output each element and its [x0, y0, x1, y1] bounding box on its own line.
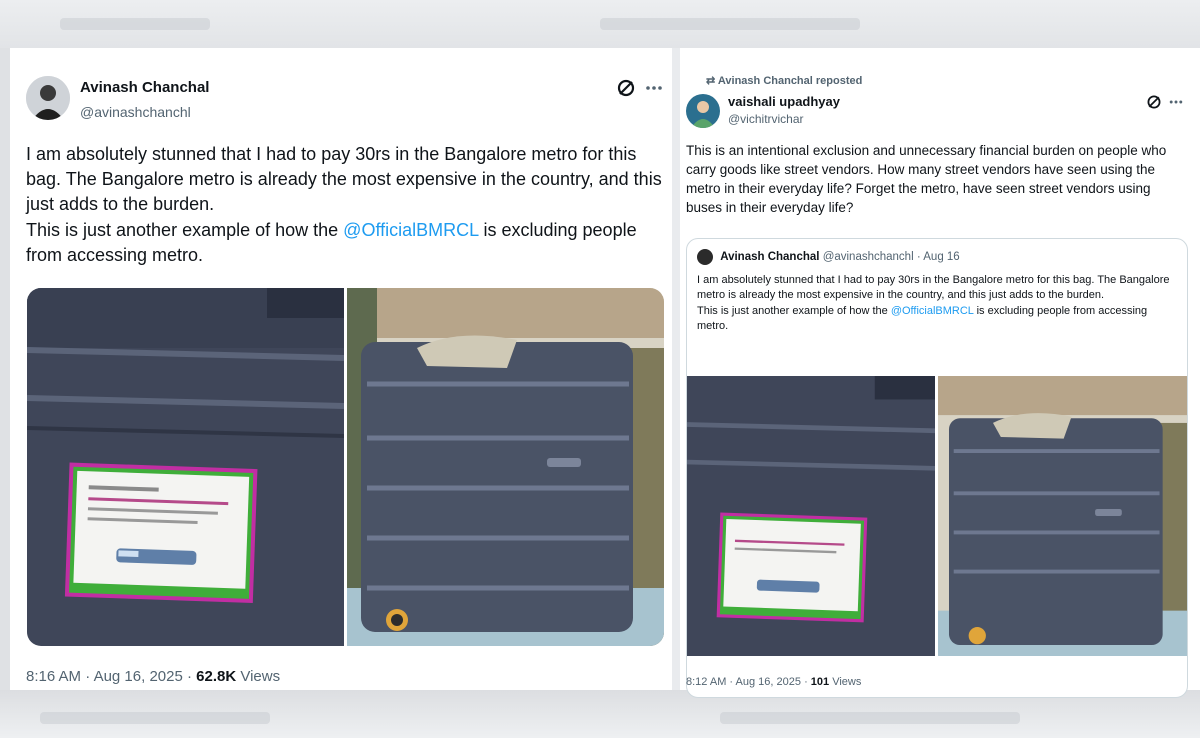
avatar-photo	[26, 76, 70, 120]
avatar[interactable]	[686, 94, 720, 128]
author-name[interactable]: Avinash Chanchal	[80, 79, 209, 96]
meta-separator: ·	[85, 668, 91, 685]
views-label: Views	[240, 668, 281, 685]
suitcase-tag-photo[interactable]	[687, 376, 935, 656]
blurred-text	[600, 18, 860, 30]
mention-link[interactable]: @OfficialBMRCL	[343, 220, 478, 240]
repost-indicator[interactable]: ⇄ Avinash Chanchal reposted	[706, 74, 862, 87]
suitcase-tag-image	[27, 288, 344, 646]
tweet-time[interactable]: 8:16 AM	[26, 668, 81, 685]
meta-separator: ·	[729, 676, 734, 688]
author-handle[interactable]: @avinashchanchl	[80, 104, 191, 120]
quoted-author-handle[interactable]: @avinashchanchl	[823, 251, 914, 263]
grok-icon[interactable]	[1146, 94, 1162, 115]
meta-separator: ·	[804, 676, 808, 688]
tweet-meta: 8:16 AM · Aug 16, 2025 · 62.8K Views	[26, 668, 280, 685]
blurred-text	[40, 712, 270, 724]
tweet-avinash[interactable]: Avinash Chanchal @avinashchanchl I am ab…	[14, 64, 664, 690]
quoted-tweet[interactable]: Avinash Chanchal @avinashchanchl · Aug 1…	[686, 238, 1188, 698]
more-icon[interactable]	[644, 78, 664, 103]
views-label: Views	[832, 676, 862, 688]
suitcase-tag-image	[687, 376, 935, 656]
views-count: 62.8K	[196, 668, 237, 685]
tweet-date[interactable]: Aug 16, 2025	[94, 668, 183, 685]
quoted-media[interactable]	[687, 376, 1187, 656]
tweet-date[interactable]: Aug 16, 2025	[736, 676, 801, 688]
quoted-date[interactable]: Aug 16	[923, 251, 959, 263]
suitcase-metro-photo[interactable]	[938, 376, 1187, 656]
grok-icon[interactable]	[616, 78, 636, 103]
blurred-text	[60, 18, 210, 30]
author-name[interactable]: vaishali upadhyay	[728, 94, 840, 109]
suitcase-metro-photo[interactable]	[347, 288, 664, 646]
suitcase-tag-photo[interactable]	[27, 288, 344, 646]
avatar[interactable]	[697, 249, 713, 265]
repost-label: Avinash Chanchal reposted	[717, 75, 863, 87]
blurred-text	[720, 712, 1020, 724]
suitcase-metro-image	[938, 376, 1187, 656]
meta-separator: ·	[916, 251, 921, 264]
tweet-text: This is an intentional exclusion and unn…	[686, 143, 1167, 215]
avatar-photo	[686, 94, 720, 128]
meta-separator: ·	[186, 668, 192, 685]
tweet-time[interactable]: 8:12 AM	[686, 676, 726, 688]
quoted-mention[interactable]: @OfficialBMRCL	[891, 305, 974, 317]
tweet-vaishali[interactable]: ⇄ Avinash Chanchal reposted vaishali upa…	[682, 70, 1192, 698]
tweet-media[interactable]	[27, 288, 664, 646]
avatar[interactable]	[26, 76, 70, 120]
quoted-author-name[interactable]: Avinash Chanchal	[720, 251, 819, 263]
author-handle[interactable]: @vichitrvichar	[728, 112, 804, 126]
tweet-meta: 8:12 AM · Aug 16, 2025 · 101 Views	[686, 676, 861, 688]
quoted-text: I am absolutely stunned that I had to pa…	[697, 273, 1177, 335]
tweet-text: I am absolutely stunned that I had to pa…	[26, 142, 662, 268]
suitcase-metro-image	[347, 288, 664, 646]
quoted-tweet-header: Avinash Chanchal @avinashchanchl · Aug 1…	[697, 249, 960, 265]
more-icon[interactable]	[1168, 94, 1184, 115]
panel-divider	[672, 48, 680, 690]
views-count: 101	[810, 676, 830, 688]
repost-icon: ⇄	[706, 75, 716, 87]
